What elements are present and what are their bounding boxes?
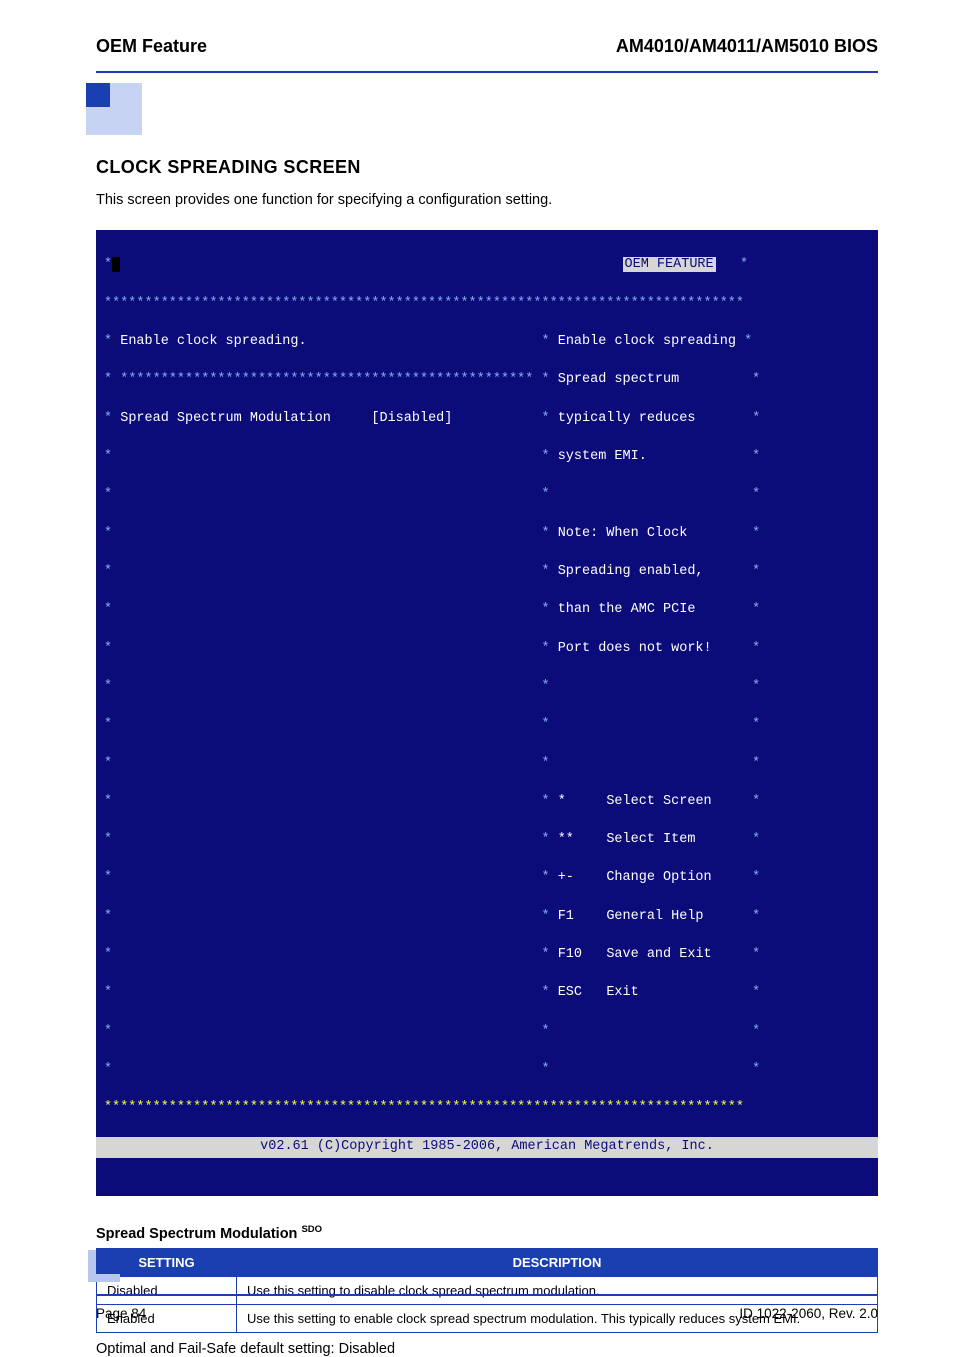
key-select-screen: Select Screen [606,794,711,809]
key-change: Change Option [606,870,711,885]
bios-option-label[interactable]: Spread Spectrum Modulation [120,411,331,426]
subheading: Spread Spectrum Modulation SDO [96,1224,878,1242]
key-f1: F1 [558,909,574,924]
subheading-sup: SDO [301,1224,322,1235]
intro-text: This screen provides one function for sp… [96,190,878,210]
bios-help-l7: than the AMC PCIe [558,602,696,617]
bios-help-l4: system EMI. [558,449,647,464]
key-esc: ESC [558,985,582,1000]
footer-left: Page 84 [96,1306,146,1321]
bios-help-l5: Note: When Clock [558,526,688,541]
brand-logo [86,83,878,135]
th-description: DESCRIPTION [237,1248,878,1276]
footer-corner-icon [86,1244,126,1287]
bios-help-l2: Spread spectrum [558,372,680,387]
key-f10-label: Save and Exit [606,947,711,962]
key-sym-change: +- [558,870,574,885]
key-f10: F10 [558,947,582,962]
bios-screen: * OEM FEATURE * ************************… [96,230,878,1196]
footer-rule [96,1294,878,1296]
bios-left-title: Enable clock spreading. [120,334,306,349]
default-setting-note: Optimal and Fail-Safe default setting: D… [96,1341,878,1357]
footer-right: ID 1022-2060, Rev. 2.0 [739,1306,878,1321]
bios-help-l8: Port does not work! [558,641,712,656]
bios-copyright: v02.61 (C)Copyright 1985-2006, American … [96,1137,878,1158]
bios-help-l3: typically reduces [558,411,696,426]
key-f1-label: General Help [606,909,703,924]
page-header: OEM Feature AM4010/AM4011/AM5010 BIOS [96,36,878,57]
header-rule [96,71,878,73]
header-right: AM4010/AM4011/AM5010 BIOS [616,36,878,57]
bios-help-l1: Enable clock spreading [558,334,736,349]
bios-badge: OEM FEATURE [623,257,716,272]
key-sym-select-screen: * [558,794,566,809]
key-esc-label: Exit [606,985,638,1000]
page-footer: Page 84 ID 1022-2060, Rev. 2.0 [96,1294,878,1321]
subheading-text: Spread Spectrum Modulation [96,1226,297,1242]
section-title: CLOCK SPREADING SCREEN [96,157,878,178]
bios-help-l6: Spreading enabled, [558,564,704,579]
key-sym-select-item: ** [558,832,574,847]
header-left: OEM Feature [96,36,207,57]
key-select-item: Select Item [606,832,695,847]
bios-option-value[interactable]: [Disabled] [371,411,452,426]
